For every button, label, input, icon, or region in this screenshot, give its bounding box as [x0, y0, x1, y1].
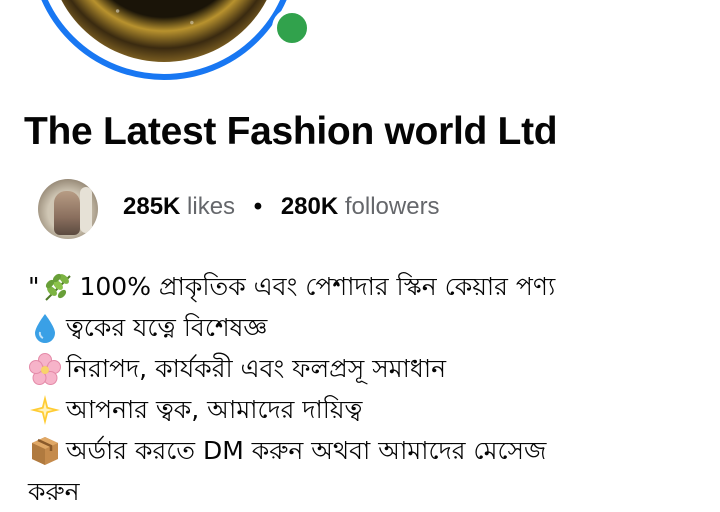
stats-separator: •	[253, 193, 263, 220]
profile-picture[interactable]	[30, 0, 298, 80]
bio-line-text: আপনার ত্বক, আমাদের দায়িত্ব	[66, 394, 363, 424]
bio-line: আপনার ত্বক, আমাদের দায়িত্ব	[28, 389, 718, 430]
page-title: The Latest Fashion world Ltd	[24, 110, 558, 153]
avatar[interactable]	[38, 179, 98, 239]
avatar-background	[80, 187, 92, 233]
page-stats: 285K likes • 280K followers	[123, 193, 440, 221]
followers-count[interactable]: 280K	[281, 193, 338, 220]
bio-line: " 100% প্রাকৃতিক এবং পেশাদার স্কিন কেয়া…	[28, 266, 718, 307]
cherry-blossom-icon	[28, 352, 62, 386]
bio-line-text: 100% প্রাকৃতিক এবং পেশাদার স্কিন কেয়ার …	[79, 271, 556, 301]
followers-label[interactable]: followers	[345, 193, 440, 220]
sparkle-star-icon	[28, 393, 62, 427]
likes-label[interactable]: likes	[187, 193, 235, 220]
package-icon	[28, 434, 62, 468]
profile-photo-image	[48, 0, 280, 62]
droplet-icon	[28, 311, 62, 345]
bio-line: ত্বকের যত্নে বিশেষজ্ঞ	[28, 307, 718, 348]
bio-line-text: নিরাপদ, কার্যকরী এবং ফলপ্রসূ সমাধান	[66, 353, 447, 383]
bio-line-text: অর্ডার করতে DM করুন অথবা আমাদের মেসেজ	[66, 435, 547, 465]
bio-line: অর্ডার করতে DM করুন অথবা আমাদের মেসেজ	[28, 430, 718, 471]
bio-line: নিরাপদ, কার্যকরী এবং ফলপ্রসূ সমাধান	[28, 348, 718, 389]
bio-line-text: করুন	[28, 476, 80, 506]
bio-line-continuation: করুন	[28, 471, 718, 512]
likes-count[interactable]: 285K	[123, 193, 180, 220]
bio-open-quote: "	[28, 271, 40, 301]
leaf-icon	[42, 270, 76, 304]
avatar-figure	[54, 191, 80, 235]
page-bio: " 100% প্রাকৃতিক এবং পেশাদার স্কিন কেয়া…	[28, 266, 718, 512]
online-status-indicator	[272, 8, 312, 48]
bio-line-text: ত্বকের যত্নে বিশেষজ্ঞ	[66, 312, 268, 342]
